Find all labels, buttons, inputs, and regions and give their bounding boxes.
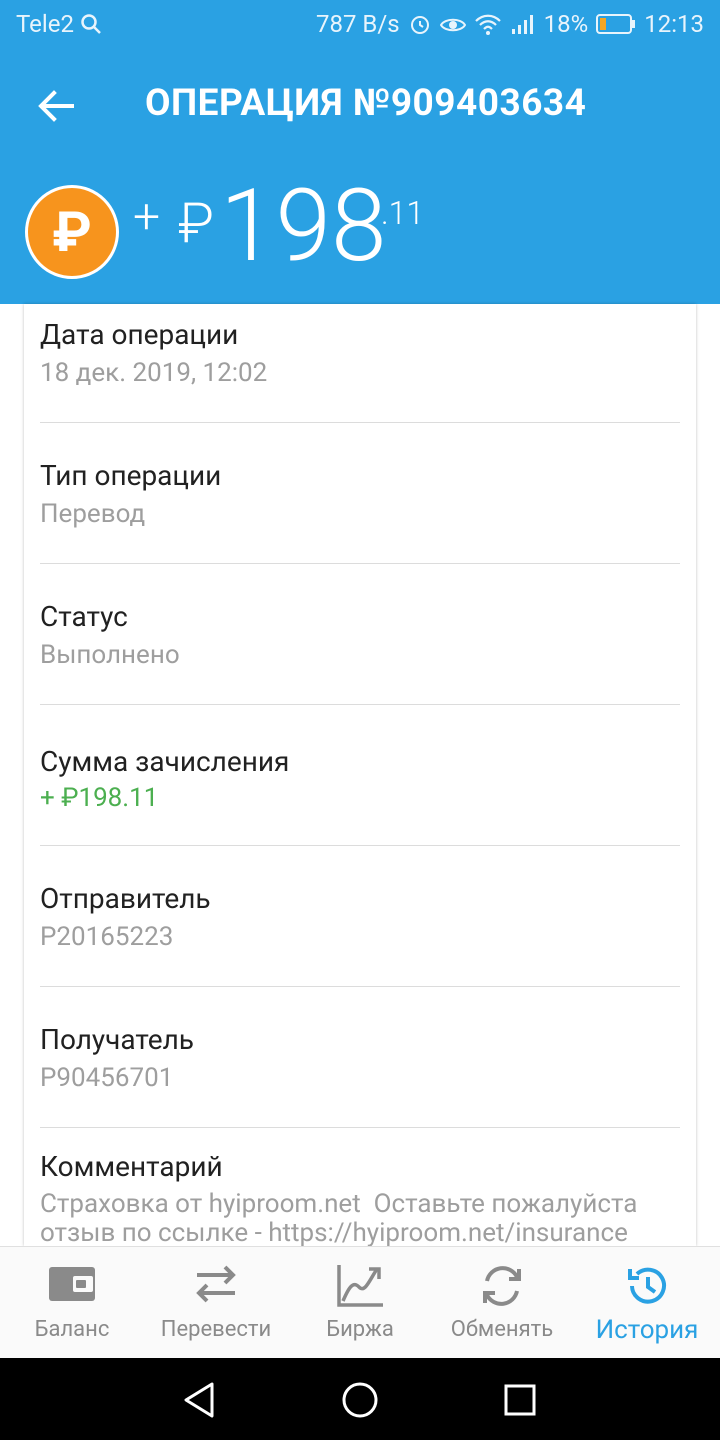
status-bar: Tele2 787 B/s 18% 12:13 bbox=[0, 0, 720, 50]
network-speed: 787 B/s bbox=[316, 10, 400, 38]
amount-sign: + bbox=[133, 188, 161, 245]
detail-value: Выполнено bbox=[40, 640, 180, 670]
wifi-icon bbox=[474, 14, 501, 35]
divider bbox=[40, 845, 680, 846]
app-bar: ОПЕРАЦИЯ №909403634 bbox=[0, 50, 720, 160]
detail-label: Сумма зачисления bbox=[40, 745, 290, 778]
detail-row-comment: Комментарий Страховка от hyiproom.net Ос… bbox=[40, 1150, 680, 1246]
divider bbox=[40, 422, 680, 423]
operation-details-card: Дата операции 18 дек. 2019, 12:02 Тип оп… bbox=[24, 304, 696, 1246]
detail-value: Страховка от hyiproom.net Оставьте пожал… bbox=[40, 1189, 638, 1247]
ruble-coin-icon: ₽ bbox=[25, 185, 119, 279]
detail-label: Получатель bbox=[40, 1023, 195, 1056]
system-back-button[interactable] bbox=[178, 1378, 222, 1422]
detail-value: P90456701 bbox=[40, 1063, 174, 1093]
detail-row-type: Тип операции Перевод bbox=[40, 445, 680, 586]
divider bbox=[40, 563, 680, 564]
nav-exchange-market[interactable]: Биржа bbox=[300, 1247, 420, 1359]
transfer-icon bbox=[196, 1265, 236, 1303]
nav-balance[interactable]: Баланс bbox=[14, 1247, 130, 1359]
system-recents-button[interactable] bbox=[498, 1378, 542, 1422]
detail-row-sender: Отправитель P20165223 bbox=[40, 868, 680, 1009]
page-title: ОПЕРАЦИЯ №909403634 bbox=[145, 82, 587, 125]
amount-decimal: .11 bbox=[381, 194, 425, 232]
nav-history[interactable]: История bbox=[582, 1247, 712, 1359]
detail-value: + ₽198.11 bbox=[40, 783, 159, 813]
back-button[interactable] bbox=[34, 84, 78, 128]
nav-label: Биржа bbox=[326, 1317, 394, 1342]
detail-value: 18 дек. 2019, 12:02 bbox=[40, 358, 268, 388]
search-icon bbox=[81, 14, 101, 34]
divider bbox=[40, 1127, 680, 1128]
amount-integer: 198 bbox=[220, 168, 387, 285]
bottom-navigation: Баланс Перевести Биржа Обменять История bbox=[0, 1246, 720, 1359]
square-recents-icon bbox=[504, 1384, 536, 1416]
triangle-back-icon bbox=[184, 1382, 214, 1418]
exchange-icon bbox=[483, 1266, 521, 1306]
detail-label: Статус bbox=[40, 600, 128, 633]
chart-icon bbox=[337, 1265, 383, 1307]
amount-currency: ₽ bbox=[178, 190, 214, 256]
system-navigation-bar bbox=[0, 1358, 720, 1440]
detail-row-recipient: Получатель P90456701 bbox=[40, 1009, 680, 1150]
detail-label: Тип операции bbox=[40, 459, 222, 492]
circle-home-icon bbox=[342, 1382, 378, 1418]
divider bbox=[40, 704, 680, 705]
battery-percent: 18% bbox=[543, 10, 589, 38]
wallet-icon bbox=[49, 1267, 95, 1301]
signal-icon bbox=[511, 15, 533, 34]
detail-value: Перевод bbox=[40, 499, 146, 529]
detail-label: Дата операции bbox=[40, 318, 239, 351]
detail-row-credit-amount: Сумма зачисления + ₽198.11 bbox=[40, 727, 680, 868]
nav-label: Баланс bbox=[34, 1317, 110, 1342]
carrier-name: Tele2 bbox=[16, 10, 102, 38]
amount-header: ₽ + ₽ 198 .11 bbox=[0, 160, 720, 304]
divider bbox=[40, 986, 680, 987]
nav-label: История bbox=[595, 1315, 699, 1345]
nav-label: Обменять bbox=[450, 1317, 554, 1342]
system-home-button[interactable] bbox=[338, 1378, 382, 1422]
battery-icon bbox=[596, 14, 636, 34]
nav-swap[interactable]: Обменять bbox=[440, 1247, 564, 1359]
coin-symbol: ₽ bbox=[52, 199, 92, 265]
nav-label: Перевести bbox=[160, 1317, 272, 1342]
clock: 12:13 bbox=[644, 10, 704, 38]
detail-label: Комментарий bbox=[40, 1150, 223, 1183]
detail-value: P20165223 bbox=[40, 922, 174, 952]
arrow-back-icon bbox=[38, 90, 74, 122]
nav-transfer[interactable]: Перевести bbox=[150, 1247, 282, 1359]
detail-label: Отправитель bbox=[40, 882, 211, 915]
detail-row-status: Статус Выполнено bbox=[40, 586, 680, 727]
detail-row-date: Дата операции 18 дек. 2019, 12:02 bbox=[40, 304, 680, 445]
eye-icon bbox=[439, 18, 466, 32]
history-icon bbox=[628, 1267, 666, 1304]
alarm-icon bbox=[410, 16, 429, 34]
